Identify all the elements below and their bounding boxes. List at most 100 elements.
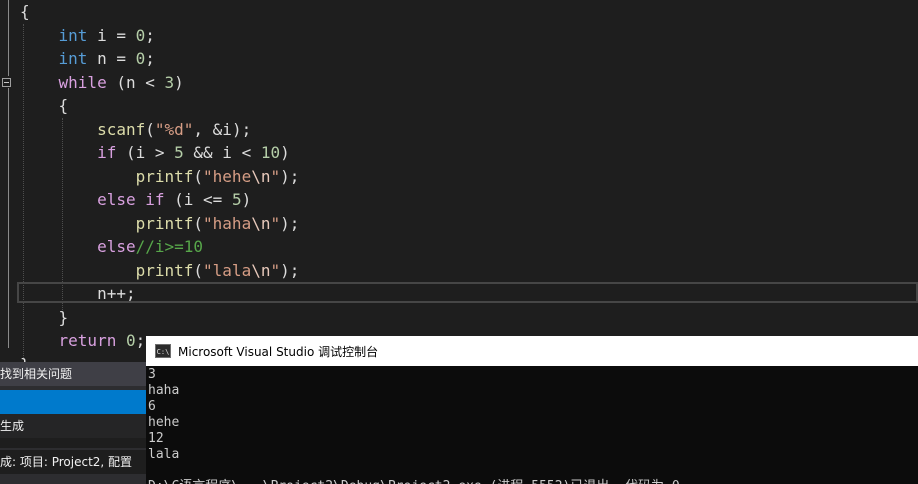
console-titlebar[interactable]: C:\ Microsoft Visual Studio 调试控制台	[146, 336, 918, 366]
code-token: "	[270, 213, 281, 233]
code-line[interactable]: n++;	[20, 282, 136, 305]
code-token: int	[58, 49, 88, 68]
debug-console-window[interactable]: C:\ Microsoft Visual Studio 调试控制台 3 haha 6…	[146, 336, 918, 484]
code-token: "haha	[203, 213, 252, 233]
code-token: ;	[145, 49, 155, 68]
code-line[interactable]: if (i > 5 && i < 10)	[20, 141, 290, 164]
code-token: (i >	[116, 143, 175, 162]
code-token: printf	[135, 213, 194, 233]
code-token: )	[241, 190, 252, 209]
code-token: );	[280, 213, 300, 233]
console-line: lala	[148, 447, 180, 462]
code-token: if	[145, 190, 165, 209]
code-line[interactable]: while (n < 3)	[20, 71, 184, 94]
code-token: 5	[174, 143, 184, 162]
code-token: );	[280, 166, 300, 186]
code-token: else	[97, 190, 136, 209]
code-token: ;	[145, 25, 155, 45]
code-token: }	[20, 307, 69, 327]
code-token: , &i);	[193, 119, 252, 139]
panel-row-text: 找到相关问题	[0, 367, 73, 381]
code-token: 5	[231, 190, 242, 209]
output-panel: 找到相关问题 生成 成: 项目: Project2, 配置	[0, 362, 146, 484]
code-token: if	[97, 143, 117, 162]
code-token: 3	[164, 72, 175, 92]
code-line[interactable]: scanf("%d", &i);	[20, 118, 251, 141]
code-token: )	[174, 72, 184, 92]
code-token: return	[58, 331, 117, 350]
panel-row-text: 成: 项目: Project2, 配置	[0, 455, 133, 469]
panel-row	[0, 438, 146, 448]
code-line[interactable]: {	[20, 94, 69, 117]
code-token: )	[280, 143, 290, 162]
code-token: "	[270, 260, 281, 280]
code-token: && i <	[183, 143, 261, 162]
code-token: 10	[260, 143, 281, 162]
code-token: int	[58, 25, 88, 45]
code-token: (	[145, 119, 155, 139]
console-line: 3	[148, 367, 156, 382]
code-token: ;	[135, 331, 146, 350]
panel-row: 成: 项目: Project2, 配置	[0, 450, 146, 474]
code-line[interactable]: printf("lala\n");	[20, 259, 300, 282]
code-token: "	[270, 166, 281, 186]
console-line: D:\C语言程序\...\Project2\Debug\Project2.exe…	[148, 479, 918, 484]
code-token: );	[280, 260, 300, 280]
console-line: 6	[148, 399, 156, 414]
fold-line	[8, 0, 9, 76]
code-token: (n <	[106, 72, 165, 92]
code-token: scanf	[97, 119, 146, 139]
console-line: hehe	[148, 415, 180, 430]
code-token: \n	[251, 166, 271, 186]
code-token: (	[193, 260, 204, 280]
code-token: (	[193, 213, 204, 233]
code-line[interactable]: printf("hehe\n");	[20, 165, 300, 188]
code-line[interactable]: int i = 0;	[20, 24, 155, 47]
code-token: n++;	[20, 284, 136, 303]
current-line-highlight	[17, 282, 918, 303]
code-token: "lala	[203, 260, 252, 280]
code-token: 0	[125, 331, 136, 350]
code-token: 0	[135, 25, 146, 45]
console-app-icon: C:\	[155, 344, 171, 358]
code-token: while	[58, 72, 107, 92]
code-token: else	[97, 237, 136, 256]
panel-row-selected[interactable]	[0, 390, 146, 414]
code-token: {	[20, 96, 69, 115]
code-token: printf	[135, 166, 194, 186]
code-line[interactable]: else if (i <= 5)	[20, 188, 251, 211]
code-token: "hehe	[203, 166, 252, 186]
console-line: haha	[148, 383, 180, 398]
code-editor[interactable]: { int i = 0; int n = 0; while (n < 3) { …	[0, 0, 918, 484]
panel-row[interactable]: 生成	[0, 414, 146, 438]
code-token: \n	[251, 260, 271, 280]
code-line[interactable]: {	[20, 0, 30, 23]
collapse-icon[interactable]	[2, 78, 11, 87]
panel-row[interactable]: 找到相关问题	[0, 362, 146, 386]
code-line[interactable]: else//i>=10	[20, 235, 203, 258]
code-token: (	[193, 166, 204, 186]
code-token: i =	[87, 25, 136, 45]
fold-line	[8, 88, 9, 348]
code-token: {	[20, 2, 30, 21]
code-line[interactable]: }	[20, 306, 69, 329]
code-line[interactable]: int n = 0;	[20, 47, 155, 70]
code-line[interactable]: return 0;	[20, 329, 146, 352]
code-token: "%d"	[154, 119, 194, 139]
code-token: \n	[251, 213, 271, 233]
panel-row-text: 生成	[0, 419, 25, 433]
code-token: printf	[135, 260, 194, 280]
code-line[interactable]: printf("haha\n");	[20, 212, 300, 235]
